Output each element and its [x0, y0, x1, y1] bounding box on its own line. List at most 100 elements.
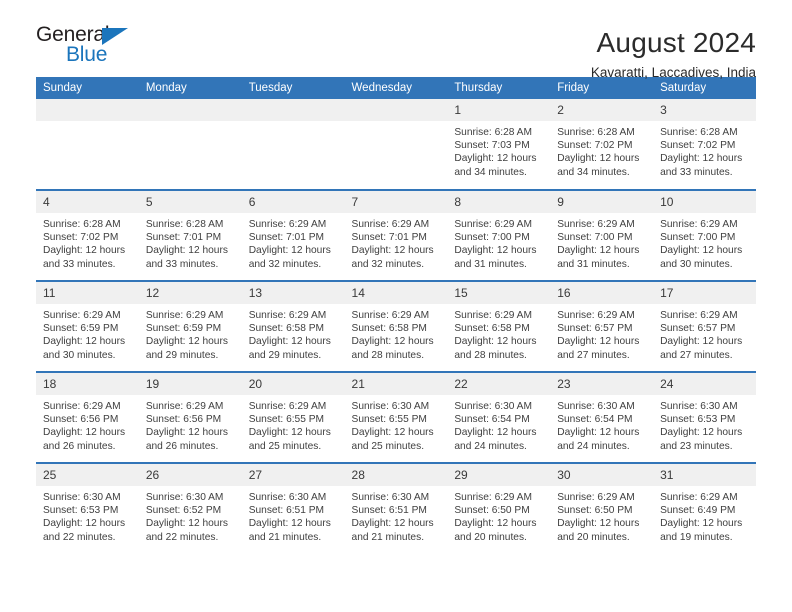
- day-number: 10: [653, 191, 756, 213]
- day-number: 30: [550, 464, 654, 486]
- day-sun-info: Sunrise: 6:28 AM Sunset: 7:03 PM Dayligh…: [454, 127, 537, 178]
- calendar-day-cell[interactable]: 16 Sunrise: 6:29 AM Sunset: 6:57 PM Dayli…: [550, 280, 654, 372]
- calendar-day-cell[interactable]: 27 Sunrise: 6:30 AM Sunset: 6:51 PM Dayli…: [241, 462, 345, 554]
- calendar-body: 1 Sunrise: 6:28 AM Sunset: 7:03 PM Daylig…: [36, 99, 756, 554]
- day-number: 2: [550, 99, 654, 121]
- day-sun-info: Sunrise: 6:29 AM Sunset: 6:49 PM Dayligh…: [660, 492, 743, 543]
- day-sun-info: Sunrise: 6:29 AM Sunset: 7:01 PM Dayligh…: [351, 219, 434, 270]
- day-sun-info: Sunrise: 6:30 AM Sunset: 6:55 PM Dayligh…: [351, 401, 434, 452]
- calendar-cell-empty: [344, 99, 448, 190]
- calendar-cell-empty: [138, 99, 242, 190]
- calendar-day-cell[interactable]: 4 Sunrise: 6:28 AM Sunset: 7:02 PM Daylig…: [36, 189, 139, 281]
- page-header: General Blue August 2024 Kavaratti, Lacc…: [36, 0, 756, 80]
- day-number: 1: [447, 99, 551, 121]
- calendar-day-cell[interactable]: 14 Sunrise: 6:29 AM Sunset: 6:58 PM Dayli…: [344, 280, 448, 372]
- calendar-day-cell[interactable]: 5 Sunrise: 6:28 AM Sunset: 7:01 PM Daylig…: [138, 189, 242, 281]
- day-sun-info: [36, 121, 139, 126]
- day-number: [241, 99, 345, 121]
- calendar-week-row: 11 Sunrise: 6:29 AM Sunset: 6:59 PM Dayli…: [36, 280, 756, 372]
- day-number: 7: [344, 191, 448, 213]
- calendar-day-cell[interactable]: 13 Sunrise: 6:29 AM Sunset: 6:58 PM Dayli…: [241, 280, 345, 372]
- calendar-day-cell[interactable]: 25 Sunrise: 6:30 AM Sunset: 6:53 PM Dayli…: [36, 462, 139, 554]
- day-number: 15: [447, 282, 551, 304]
- day-sun-info: Sunrise: 6:29 AM Sunset: 6:57 PM Dayligh…: [557, 310, 640, 361]
- day-sun-info: [242, 121, 345, 126]
- calendar-day-cell[interactable]: 28 Sunrise: 6:30 AM Sunset: 6:51 PM Dayli…: [344, 462, 448, 554]
- weekday-header-tuesday: Tuesday: [241, 77, 345, 99]
- calendar-table: Sunday Monday Tuesday Wednesday Thursday Frid…: [36, 77, 756, 554]
- day-sun-info: Sunrise: 6:29 AM Sunset: 6:50 PM Dayligh…: [454, 492, 537, 543]
- calendar-day-cell[interactable]: 12 Sunrise: 6:29 AM Sunset: 6:59 PM Dayli…: [138, 280, 242, 372]
- day-number: 16: [550, 282, 654, 304]
- day-sun-info: Sunrise: 6:28 AM Sunset: 7:02 PM Dayligh…: [43, 219, 126, 270]
- calendar-day-cell[interactable]: 15 Sunrise: 6:29 AM Sunset: 6:58 PM Dayli…: [447, 280, 551, 372]
- day-number: 11: [36, 282, 139, 304]
- calendar-day-cell[interactable]: 6 Sunrise: 6:29 AM Sunset: 7:01 PM Daylig…: [241, 189, 345, 281]
- calendar-week-row: 4 Sunrise: 6:28 AM Sunset: 7:02 PM Daylig…: [36, 189, 756, 281]
- day-number: 13: [241, 282, 345, 304]
- calendar-day-cell[interactable]: 22 Sunrise: 6:30 AM Sunset: 6:54 PM Dayli…: [447, 371, 551, 463]
- day-number: 6: [241, 191, 345, 213]
- calendar-day-cell[interactable]: 29 Sunrise: 6:29 AM Sunset: 6:50 PM Dayli…: [447, 462, 551, 554]
- day-sun-info: Sunrise: 6:29 AM Sunset: 6:58 PM Dayligh…: [351, 310, 434, 361]
- day-sun-info: Sunrise: 6:29 AM Sunset: 6:55 PM Dayligh…: [248, 401, 331, 452]
- calendar-day-cell[interactable]: 24 Sunrise: 6:30 AM Sunset: 6:53 PM Dayli…: [653, 371, 756, 463]
- day-sun-info: Sunrise: 6:29 AM Sunset: 7:00 PM Dayligh…: [557, 219, 640, 270]
- day-sun-info: Sunrise: 6:29 AM Sunset: 6:57 PM Dayligh…: [660, 310, 743, 361]
- calendar-day-cell[interactable]: 23 Sunrise: 6:30 AM Sunset: 6:54 PM Dayli…: [550, 371, 654, 463]
- day-sun-info: Sunrise: 6:30 AM Sunset: 6:51 PM Dayligh…: [248, 492, 331, 543]
- calendar-cell-empty: [36, 99, 139, 190]
- day-number: 31: [653, 464, 756, 486]
- day-sun-info: [139, 121, 242, 126]
- calendar-day-cell[interactable]: 19 Sunrise: 6:29 AM Sunset: 6:56 PM Dayli…: [138, 371, 242, 463]
- calendar-page: General Blue August 2024 Kavaratti, Lacc…: [0, 0, 792, 612]
- calendar-day-cell[interactable]: 10 Sunrise: 6:29 AM Sunset: 7:00 PM Dayli…: [653, 189, 756, 281]
- day-sun-info: Sunrise: 6:30 AM Sunset: 6:54 PM Dayligh…: [557, 401, 640, 452]
- calendar-day-cell[interactable]: 9 Sunrise: 6:29 AM Sunset: 7:00 PM Daylig…: [550, 189, 654, 281]
- day-number: 26: [138, 464, 242, 486]
- day-number: 27: [241, 464, 345, 486]
- calendar-day-cell[interactable]: 18 Sunrise: 6:29 AM Sunset: 6:56 PM Dayli…: [36, 371, 139, 463]
- general-blue-logo[interactable]: General Blue: [36, 24, 146, 70]
- day-sun-info: Sunrise: 6:29 AM Sunset: 6:50 PM Dayligh…: [557, 492, 640, 543]
- calendar-day-cell[interactable]: 2 Sunrise: 6:28 AM Sunset: 7:02 PM Daylig…: [550, 99, 654, 190]
- day-number: 5: [138, 191, 242, 213]
- logo-text-general: General: [36, 23, 110, 46]
- day-sun-info: Sunrise: 6:30 AM Sunset: 6:53 PM Dayligh…: [43, 492, 126, 543]
- day-number: 12: [138, 282, 242, 304]
- day-number: [36, 99, 139, 121]
- calendar-day-cell[interactable]: 7 Sunrise: 6:29 AM Sunset: 7:01 PM Daylig…: [344, 189, 448, 281]
- day-sun-info: Sunrise: 6:29 AM Sunset: 6:56 PM Dayligh…: [145, 401, 228, 452]
- day-number: 23: [550, 373, 654, 395]
- calendar-day-cell[interactable]: 11 Sunrise: 6:29 AM Sunset: 6:59 PM Dayli…: [36, 280, 139, 372]
- day-number: [344, 99, 448, 121]
- day-number: 8: [447, 191, 551, 213]
- day-sun-info: Sunrise: 6:30 AM Sunset: 6:54 PM Dayligh…: [454, 401, 537, 452]
- day-number: 28: [344, 464, 448, 486]
- day-sun-info: Sunrise: 6:29 AM Sunset: 7:00 PM Dayligh…: [454, 219, 537, 270]
- calendar-day-cell[interactable]: 17 Sunrise: 6:29 AM Sunset: 6:57 PM Dayli…: [653, 280, 756, 372]
- calendar-day-cell[interactable]: 8 Sunrise: 6:29 AM Sunset: 7:00 PM Daylig…: [447, 189, 551, 281]
- calendar-day-cell[interactable]: 20 Sunrise: 6:29 AM Sunset: 6:55 PM Dayli…: [241, 371, 345, 463]
- calendar-day-cell[interactable]: 30 Sunrise: 6:29 AM Sunset: 6:50 PM Dayli…: [550, 462, 654, 554]
- page-subtitle: Kavaratti, Laccadives, India: [590, 65, 756, 80]
- calendar-day-cell[interactable]: 1 Sunrise: 6:28 AM Sunset: 7:03 PM Daylig…: [447, 99, 551, 190]
- logo-text-blue: Blue: [66, 43, 108, 66]
- weekday-header-wednesday: Wednesday: [344, 77, 448, 99]
- calendar-day-cell[interactable]: 26 Sunrise: 6:30 AM Sunset: 6:52 PM Dayli…: [138, 462, 242, 554]
- day-number: 3: [653, 99, 756, 121]
- day-number: 19: [138, 373, 242, 395]
- weekday-header-thursday: Thursday: [447, 77, 551, 99]
- calendar-day-cell[interactable]: 3 Sunrise: 6:28 AM Sunset: 7:02 PM Daylig…: [653, 99, 756, 190]
- calendar-day-cell[interactable]: 31 Sunrise: 6:29 AM Sunset: 6:49 PM Dayli…: [653, 462, 756, 554]
- day-number: 9: [550, 191, 654, 213]
- day-number: 22: [447, 373, 551, 395]
- day-sun-info: Sunrise: 6:28 AM Sunset: 7:01 PM Dayligh…: [145, 219, 228, 270]
- calendar-day-cell[interactable]: 21 Sunrise: 6:30 AM Sunset: 6:55 PM Dayli…: [344, 371, 448, 463]
- title-block: August 2024 Kavaratti, Laccadives, India: [591, 24, 756, 83]
- day-number: 18: [36, 373, 139, 395]
- day-sun-info: Sunrise: 6:30 AM Sunset: 6:53 PM Dayligh…: [660, 401, 743, 452]
- day-number: [138, 99, 242, 121]
- day-number: 17: [653, 282, 756, 304]
- day-sun-info: Sunrise: 6:28 AM Sunset: 7:02 PM Dayligh…: [660, 127, 743, 178]
